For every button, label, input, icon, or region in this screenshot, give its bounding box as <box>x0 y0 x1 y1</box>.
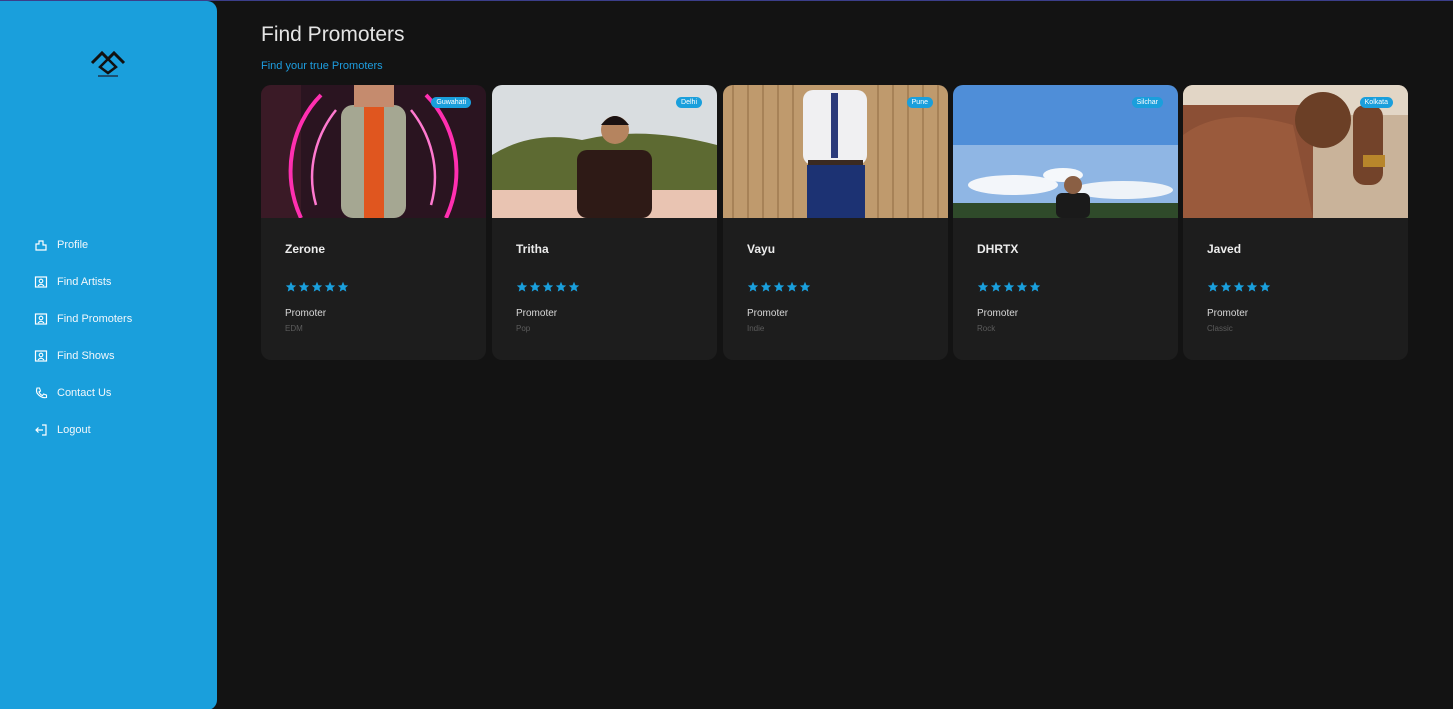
city-badge: Delhi <box>676 97 702 108</box>
promoter-genre: Rock <box>977 324 996 333</box>
phone-icon <box>35 386 48 398</box>
profile-icon <box>35 239 47 251</box>
promoter-name: Vayu <box>747 242 776 256</box>
id-card-icon <box>34 349 48 362</box>
promoter-name: Javed <box>1207 242 1242 256</box>
star-icon <box>324 281 336 292</box>
promoter-role: Promoter <box>1207 308 1249 319</box>
star-icon <box>1246 281 1258 292</box>
star-icon <box>298 281 310 292</box>
promoter-card[interactable]: Delhi Tritha Promoter Pop <box>492 85 717 360</box>
star-icon <box>773 281 785 292</box>
logout-icon <box>35 423 47 436</box>
sidebar-item-logout[interactable]: Logout <box>34 411 132 448</box>
sidebar-item-find-shows[interactable]: Find Shows <box>34 337 132 374</box>
promoter-name: DHRTX <box>977 242 1019 256</box>
star-icon <box>1003 281 1015 292</box>
id-card-icon <box>34 312 48 325</box>
promoter-role: Promoter <box>285 308 327 319</box>
star-icon <box>1259 281 1271 292</box>
star-icon <box>311 281 323 292</box>
promoter-name: Zerone <box>285 242 326 256</box>
promoter-role: Promoter <box>977 308 1019 319</box>
star-icon <box>1207 281 1219 292</box>
star-icon <box>786 281 798 292</box>
rating-stars <box>285 281 350 293</box>
sidebar-item-contact-us[interactable]: Contact Us <box>34 374 132 411</box>
star-icon <box>1220 281 1232 292</box>
brand-logo[interactable] <box>88 45 128 79</box>
rating-stars <box>977 281 1042 293</box>
rating-stars <box>747 281 812 293</box>
city-badge: Pune <box>906 97 933 108</box>
sidebar-item-find-artists[interactable]: Find Artists <box>34 263 132 300</box>
promoter-genre: Classic <box>1207 324 1233 333</box>
promoter-genre: EDM <box>285 324 303 333</box>
sidebar: Profile Find Artists Find Promoters Find… <box>0 1 217 709</box>
star-icon <box>516 281 528 292</box>
star-icon <box>990 281 1002 292</box>
sidebar-item-label: Find Promoters <box>57 312 133 325</box>
promoter-card[interactable]: Silchar DHRTX Promoter Rock <box>953 85 1178 360</box>
star-icon <box>1016 281 1028 292</box>
rating-stars <box>516 281 581 293</box>
sidebar-item-profile[interactable]: Profile <box>34 226 132 263</box>
star-icon <box>977 281 989 292</box>
star-icon <box>529 281 541 292</box>
promoter-role: Promoter <box>747 308 789 319</box>
star-icon <box>799 281 811 292</box>
page-title: Find Promoters <box>261 23 405 46</box>
star-icon <box>337 281 349 292</box>
page-subtitle: Find your true Promoters <box>261 60 383 72</box>
star-icon <box>1029 281 1041 292</box>
city-badge: Silchar <box>1131 97 1163 108</box>
promoter-card[interactable]: Kolkata Javed Promoter Classic <box>1183 85 1408 360</box>
id-card-icon <box>34 275 48 288</box>
star-icon <box>747 281 759 292</box>
star-icon <box>1233 281 1245 292</box>
star-icon <box>542 281 554 292</box>
star-icon <box>760 281 772 292</box>
sidebar-item-label: Profile <box>57 238 89 251</box>
star-icon <box>568 281 580 292</box>
city-badge: Guwahati <box>431 97 471 108</box>
promoter-genre: Indie <box>747 324 765 333</box>
star-icon <box>285 281 297 292</box>
rating-stars <box>1207 281 1272 293</box>
promoter-card[interactable]: Guwahati Zerone Promoter EDM <box>261 85 486 360</box>
promoter-genre: Pop <box>516 324 531 333</box>
promoter-card[interactable]: Pune Vayu Promoter Indie <box>723 85 948 360</box>
city-badge: Kolkata <box>1359 97 1393 108</box>
sidebar-item-label: Contact Us <box>57 386 112 399</box>
sidebar-item-label: Logout <box>57 423 91 436</box>
sidebar-item-find-promoters[interactable]: Find Promoters <box>34 300 132 337</box>
sidebar-item-label: Find Artists <box>57 275 112 288</box>
promoter-role: Promoter <box>516 308 558 319</box>
sidebar-nav: Profile Find Artists Find Promoters Find… <box>34 226 132 448</box>
star-icon <box>555 281 567 292</box>
sidebar-item-label: Find Shows <box>57 349 115 362</box>
promoter-name: Tritha <box>516 242 549 256</box>
